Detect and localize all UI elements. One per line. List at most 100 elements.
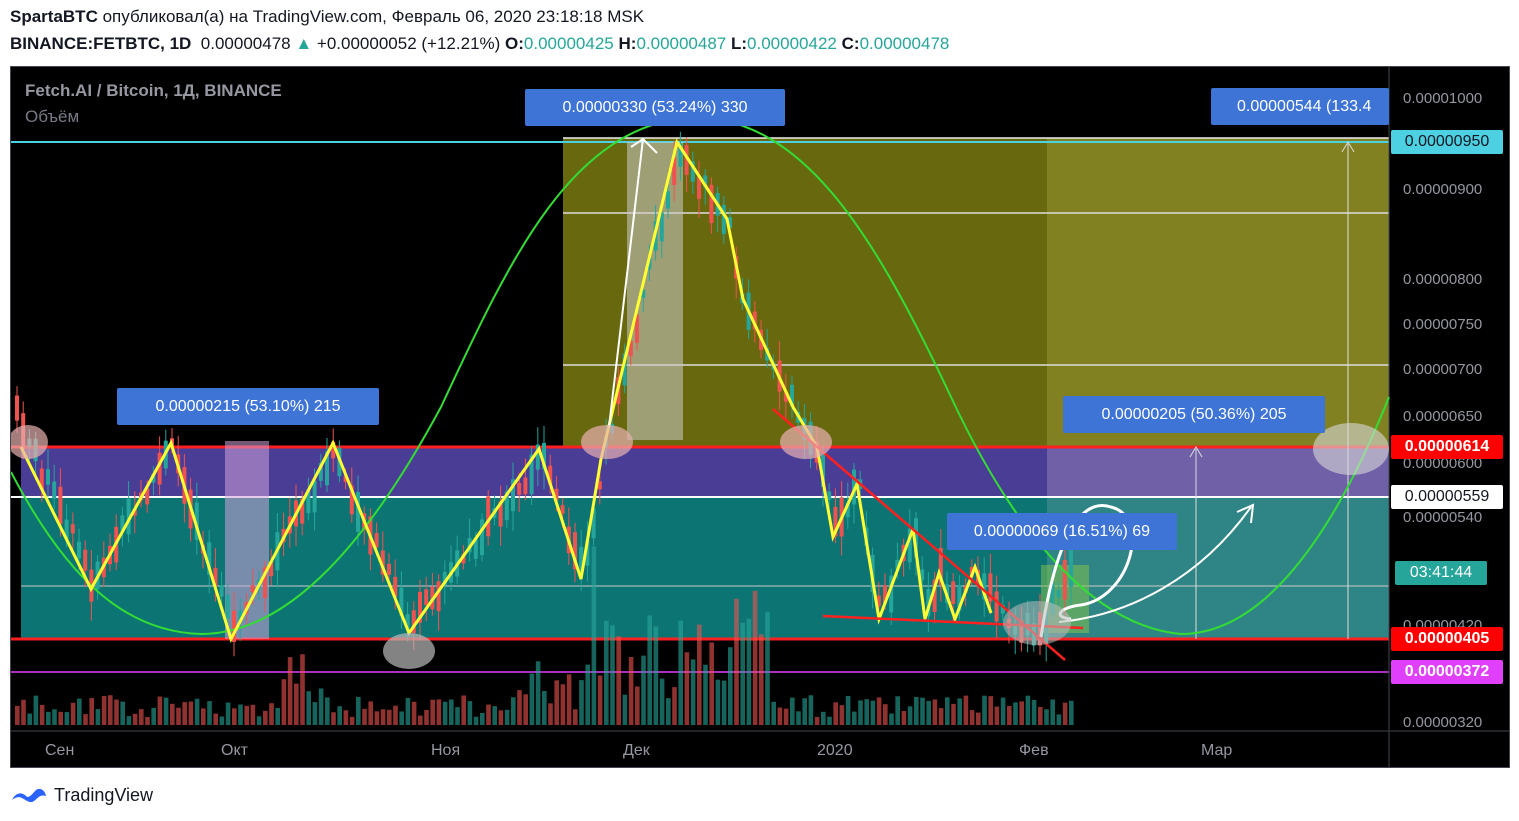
volume-bar [467, 701, 473, 725]
price-label-white: 0.00000559 [1391, 485, 1503, 509]
volume-bar [814, 716, 820, 725]
volume-bar [790, 697, 795, 725]
volume-bar [641, 655, 646, 725]
volume-bar [666, 698, 671, 725]
volume-bar [52, 709, 57, 725]
candle-body [436, 581, 441, 612]
volume-bar [182, 702, 187, 725]
candle-body [15, 395, 19, 421]
candle-body [827, 491, 832, 500]
volume-bar [145, 716, 150, 725]
volume-bar [399, 711, 404, 725]
price-tick: 0.00000700 [1403, 361, 1482, 378]
volume-bar [585, 664, 590, 725]
publish-text: опубликовал(а) на TradingView.com, Февра… [102, 7, 645, 26]
volume-bar [1025, 695, 1031, 725]
volume-bar [1031, 700, 1037, 725]
volume-bar [883, 704, 888, 725]
volume-bar [765, 611, 770, 725]
price-change: +0.00000052 (+12.21%) [316, 34, 501, 53]
volume-bar [994, 706, 1000, 725]
volume-bar [461, 695, 466, 725]
candle-body [1056, 590, 1061, 598]
price-tick: 0.00000650 [1403, 408, 1482, 425]
volume-bar [808, 695, 814, 725]
author-name[interactable]: SpartaBTC [10, 7, 98, 26]
price-label-cyan: 0.00000950 [1391, 130, 1503, 154]
volume-bar [845, 696, 851, 725]
price-label-resistance: 0.00000614 [1391, 435, 1503, 459]
candle-body [52, 481, 57, 499]
volume-bar [101, 695, 107, 725]
volume-bar [337, 706, 342, 725]
volume-bar [703, 664, 708, 725]
volume-bar [387, 709, 392, 725]
volume-bar [374, 711, 380, 725]
volume-bar [684, 652, 690, 725]
volume-bar [473, 716, 479, 725]
volume-bar [1000, 697, 1006, 725]
candle-body [70, 524, 75, 534]
volume-bar [833, 702, 838, 725]
volume-bar [83, 714, 88, 725]
volume-bar [287, 657, 293, 725]
volume-bar [976, 712, 981, 725]
volume-bar [653, 626, 659, 725]
volume-bar [213, 713, 218, 725]
volume-bar [734, 598, 739, 725]
volume-bar [39, 704, 45, 725]
volume-bar [188, 701, 194, 725]
volume-bar [535, 661, 541, 725]
volume-bar [659, 678, 665, 725]
tradingview-logo-icon [12, 788, 46, 803]
volume-bar [418, 715, 423, 725]
chart-area[interactable]: 0.00001000 0.00000900 0.00000800 0.00000… [10, 66, 1510, 768]
volume-bar [244, 705, 249, 725]
candle-body [666, 191, 670, 209]
marker-ellipse [1003, 601, 1071, 645]
volume-bar [306, 691, 311, 725]
volume-bar [1044, 709, 1049, 725]
candle-body [951, 581, 956, 604]
volume-bar [889, 713, 894, 725]
candle-body [517, 483, 522, 495]
volume-bar [449, 699, 454, 725]
volume-bar [436, 699, 442, 725]
volume-bar [715, 679, 721, 725]
volume-bar [690, 659, 696, 725]
volume-bar [46, 711, 51, 725]
volume-bar [529, 673, 535, 725]
chart-legend-title: Fetch.AI / Bitcoin, 1Д, BINANCE [25, 81, 282, 100]
volume-bar [194, 698, 200, 725]
measure-callout-top-right: 0.00000544 (133.4 [1211, 88, 1389, 125]
volume-bar [64, 712, 70, 725]
volume-bar [945, 697, 950, 725]
volume-bar [126, 716, 132, 725]
close-value: 0.00000478 [859, 34, 950, 53]
volume-bar [635, 686, 640, 725]
volume-bar [139, 709, 144, 725]
footer-brand[interactable]: TradingView [10, 782, 153, 808]
volume-bar [579, 680, 584, 725]
volume-bar [771, 701, 776, 725]
volume-bar [920, 697, 925, 725]
volume-bar [201, 708, 206, 725]
volume-bar [132, 713, 138, 725]
candle-body [46, 469, 50, 485]
volume-bar [89, 698, 94, 725]
volume-bar [709, 642, 714, 725]
measure-callout-small: 0.00000069 (16.51%) 69 [947, 513, 1177, 550]
volume-bar [1062, 702, 1068, 725]
volume-bar [95, 709, 101, 725]
volume-bar [170, 703, 175, 725]
candle-body [312, 480, 317, 513]
time-tick: Фев [1019, 742, 1049, 759]
volume-bar [318, 688, 324, 725]
volume-bar [442, 701, 448, 725]
volume-bar [932, 699, 938, 725]
volume-bar [523, 694, 528, 725]
volume-bar [746, 618, 752, 725]
volume-bar [455, 707, 460, 725]
volume-bar [275, 707, 280, 725]
volume-bar [114, 699, 119, 725]
